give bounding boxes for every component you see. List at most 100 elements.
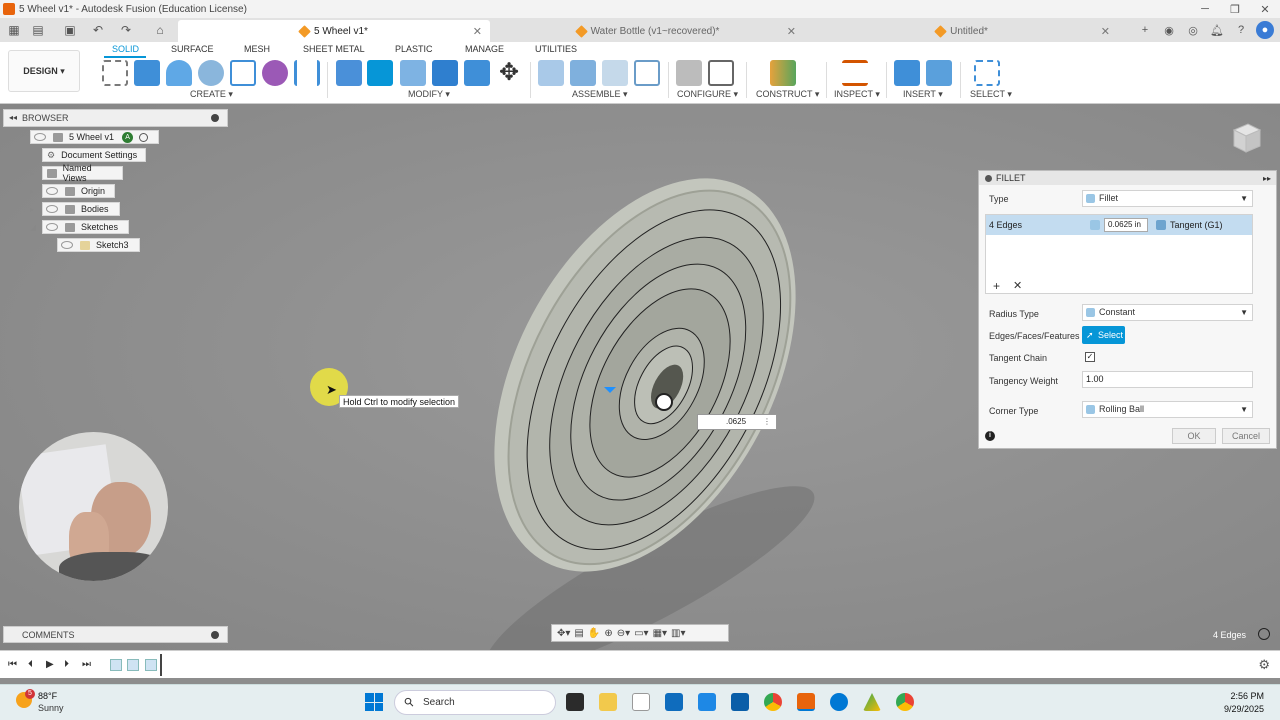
notepad-icon[interactable] [632, 693, 650, 711]
new-tab-icon[interactable]: + [1136, 21, 1154, 39]
tab-close-icon[interactable]: ✕ [473, 25, 482, 38]
account-avatar-icon[interactable]: ● [1256, 21, 1274, 39]
mirror-icon[interactable] [294, 60, 320, 86]
orbit-icon[interactable]: ✥▾ [557, 628, 570, 639]
insert-menu[interactable]: INSERT ▾ [903, 89, 943, 100]
timeline-fillet-feature[interactable] [145, 659, 157, 671]
pin-icon[interactable] [211, 631, 219, 639]
browser-panel-header[interactable]: ◂◂ BROWSER [3, 109, 228, 127]
as-built-joint-icon[interactable] [602, 60, 628, 86]
fillet-icon[interactable] [367, 60, 393, 86]
continuity-selector[interactable]: Tangent (G1) [1170, 215, 1223, 235]
measure-icon[interactable] [842, 60, 868, 86]
save-icon[interactable]: ▣ [60, 20, 80, 40]
look-at-icon[interactable]: ▤ [574, 628, 583, 639]
file-menu-icon[interactable]: ▤ [28, 20, 48, 40]
corner-type-dropdown[interactable]: Rolling Ball ▼ [1082, 401, 1253, 418]
tab-manage[interactable]: MANAGE [465, 44, 504, 54]
tab-sheet-metal[interactable]: SHEET METAL [303, 44, 365, 54]
visibility-eye-icon[interactable] [46, 205, 58, 213]
word-icon[interactable] [698, 693, 716, 711]
edge-selection-list[interactable]: 4 Edges 0.0625 in Tangent (G1) [985, 214, 1253, 294]
close-icon[interactable]: ✕ [1250, 3, 1280, 16]
tab-water-bottle[interactable]: Water Bottle (v1~recovered)* ✕ [492, 20, 804, 42]
copilot-icon[interactable] [830, 693, 848, 711]
collapse-arrow-icon[interactable]: ◢ [30, 223, 36, 232]
selection-filter-icon[interactable] [1258, 628, 1270, 640]
new-component-icon[interactable] [538, 60, 564, 86]
add-selection-set-icon[interactable]: + [993, 279, 1000, 293]
construct-menu[interactable]: CONSTRUCT ▾ [756, 89, 819, 100]
taskbar-clock-date[interactable]: 9/29/2025 [1224, 704, 1264, 714]
tab-untitled[interactable]: Untitled* ✕ [806, 20, 1118, 42]
insert-derive-icon[interactable] [894, 60, 920, 86]
configure-icon[interactable] [676, 60, 702, 86]
visibility-eye-icon[interactable] [34, 133, 46, 141]
tree-bodies[interactable]: Bodies [42, 202, 120, 216]
window-select-icon[interactable] [974, 60, 1000, 86]
more-options-icon[interactable]: ⋮ [763, 415, 771, 429]
select-menu[interactable]: SELECT ▾ [970, 89, 1012, 100]
pin-icon[interactable] [211, 114, 219, 122]
chamfer-icon[interactable] [400, 60, 426, 86]
timeline-settings-gear-icon[interactable]: ⚙ [1258, 657, 1270, 673]
select-button[interactable]: Select [1082, 326, 1125, 344]
tree-document-settings[interactable]: ⚙ Document Settings [42, 148, 146, 162]
radius-input[interactable]: 0.0625 in [1104, 218, 1148, 232]
fillet-drag-handle-icon[interactable] [655, 393, 673, 411]
extrude-icon[interactable] [134, 60, 160, 86]
joint-icon[interactable] [570, 60, 596, 86]
hole-icon[interactable] [198, 60, 224, 86]
chrome-icon[interactable] [764, 693, 782, 711]
view-cube[interactable] [1226, 118, 1266, 154]
tab-solid[interactable]: SOLID [112, 44, 139, 54]
outlook-icon[interactable] [665, 693, 683, 711]
ok-button[interactable]: OK [1172, 428, 1216, 444]
redo-icon[interactable]: ↷ [116, 20, 136, 40]
create-sketch-icon[interactable] [102, 60, 128, 86]
tab-surface[interactable]: SURFACE [171, 44, 214, 54]
maximize-icon[interactable]: ❐ [1220, 3, 1250, 16]
tree-sketch3[interactable]: Sketch3 [57, 238, 140, 252]
collapse-arrow-icon[interactable]: ◢ [18, 133, 24, 142]
offset-plane-icon[interactable] [770, 60, 796, 86]
pan-icon[interactable]: ✋ [588, 628, 600, 639]
press-pull-icon[interactable] [336, 60, 362, 86]
taskbar-search-box[interactable]: Search [394, 690, 556, 715]
tab-5-wheel[interactable]: 5 Wheel v1* ✕ [178, 20, 490, 42]
tab-close-icon[interactable]: ✕ [787, 25, 796, 38]
combine-icon[interactable] [464, 60, 490, 86]
step-forward-icon[interactable]: ⏵ [64, 659, 69, 670]
minimize-icon[interactable]: ─ [1190, 3, 1220, 16]
expand-arrow-icon[interactable]: ▸ [30, 205, 34, 214]
job-status-icon[interactable]: ◎ [1184, 21, 1202, 39]
windows-start-icon[interactable] [365, 693, 383, 711]
tab-mesh[interactable]: MESH [244, 44, 270, 54]
revolve-icon[interactable] [166, 60, 192, 86]
tab-utilities[interactable]: UTILITIES [535, 44, 577, 54]
collapse-browser-icon[interactable]: ◂◂ [9, 113, 17, 122]
chrome-profile-icon[interactable] [896, 693, 914, 711]
visibility-eye-icon[interactable] [61, 241, 73, 249]
expand-dialog-icon[interactable]: ▸▸ [1263, 174, 1271, 183]
assemble-menu[interactable]: ASSEMBLE ▾ [572, 89, 628, 100]
visibility-eye-icon[interactable] [46, 223, 58, 231]
task-view-icon[interactable] [566, 693, 584, 711]
tree-origin[interactable]: Origin [42, 184, 115, 198]
timeline-marker[interactable] [160, 654, 162, 676]
configure-menu[interactable]: CONFIGURE ▾ [677, 89, 738, 100]
undo-icon[interactable]: ↶ [88, 20, 108, 40]
configuration-table-icon[interactable] [708, 60, 734, 86]
cancel-button[interactable]: Cancel [1222, 428, 1270, 444]
tangent-chain-checkbox[interactable]: ✓ [1085, 352, 1095, 362]
comments-panel-header[interactable]: COMMENTS [3, 626, 228, 643]
tree-named-views[interactable]: Named Views [42, 163, 123, 183]
fit-zoom-icon[interactable]: ⊖▾ [617, 628, 630, 639]
type-dropdown[interactable]: Fillet ▼ [1082, 190, 1253, 207]
visibility-eye-icon[interactable] [46, 187, 58, 195]
tangency-weight-input[interactable]: 1.00 [1082, 371, 1253, 388]
pattern-icon[interactable] [230, 60, 256, 86]
fillet-radius-inline-input[interactable]: .0625 ⋮ [697, 414, 777, 430]
wheel-model[interactable] [430, 150, 850, 650]
shell-icon[interactable] [432, 60, 458, 86]
